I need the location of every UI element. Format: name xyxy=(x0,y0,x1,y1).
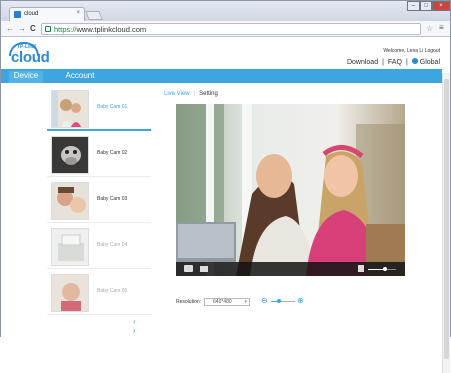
zoom-control: ⊖ ⊕ xyxy=(261,296,305,306)
camera-thumbnail xyxy=(51,182,89,220)
title-bar: cloud × – □ × xyxy=(1,1,450,21)
tab-close-icon[interactable]: × xyxy=(76,10,80,16)
reload-icon[interactable]: C xyxy=(30,24,36,33)
close-window-button[interactable]: × xyxy=(432,1,450,11)
page-scrollbar[interactable] xyxy=(442,73,450,373)
address-bar[interactable]: https://www.tplinkcloud.com xyxy=(41,23,421,35)
favicon-icon xyxy=(14,11,21,18)
camera-thumbnail xyxy=(51,228,89,266)
url-text: https://www.tplinkcloud.com xyxy=(54,25,147,34)
zoom-out-icon[interactable]: ⊖ xyxy=(261,296,268,305)
globe-icon xyxy=(411,58,418,64)
zoom-slider[interactable] xyxy=(271,299,295,303)
tplink-cloud-logo[interactable]: TP-LINK cloud xyxy=(9,42,55,66)
camera-thumbnail xyxy=(51,136,89,174)
tab-setting[interactable]: Setting xyxy=(199,91,218,97)
scrollbar-thumb[interactable] xyxy=(444,79,449,359)
record-video-icon[interactable] xyxy=(200,266,208,272)
link-divider: | xyxy=(382,58,384,66)
tab-title: cloud xyxy=(24,11,39,17)
welcome-text: Welcome, Lena Li Logout xyxy=(383,48,440,54)
camera-item-05[interactable]: Baby Cam 05 xyxy=(47,271,151,315)
camera-item-03[interactable]: Baby Cam 03 xyxy=(47,179,151,223)
camera-name: Baby Cam 01 xyxy=(97,104,128,110)
view-tabs: Live View | Setting xyxy=(164,91,218,97)
camera-pager[interactable]: ‹ › xyxy=(133,317,151,335)
minimize-button[interactable]: – xyxy=(407,1,420,11)
resolution-select[interactable]: 640*480 ▾ xyxy=(204,298,251,306)
new-tab-button[interactable] xyxy=(85,11,103,20)
live-video[interactable] xyxy=(176,104,405,276)
browser-tab[interactable]: cloud × xyxy=(9,7,85,21)
camera-thumbnail xyxy=(51,274,89,312)
camera-name: Baby Cam 03 xyxy=(97,196,128,202)
download-link[interactable]: Download xyxy=(347,59,378,66)
bookmark-star-icon[interactable]: ☆ xyxy=(426,24,433,33)
camera-name: Baby Cam 02 xyxy=(97,150,128,156)
browser-toolbar: ← → C https://www.tplinkcloud.com ☆ ≡ xyxy=(1,21,450,37)
video-controls xyxy=(176,262,405,276)
zoom-in-icon[interactable]: ⊕ xyxy=(297,296,304,305)
camera-name: Baby Cam 04 xyxy=(97,242,128,248)
chevron-down-icon: ▾ xyxy=(244,299,248,305)
browser-menu-icon[interactable]: ≡ xyxy=(439,23,444,32)
resolution-label: Resolution: xyxy=(176,299,202,305)
camera-name: Baby Cam 05 xyxy=(97,288,128,294)
forward-icon[interactable]: → xyxy=(18,24,26,33)
snapshot-camera-icon[interactable] xyxy=(184,265,193,272)
camera-item-01[interactable]: Baby Cam 01 xyxy=(47,87,151,131)
lock-icon xyxy=(45,26,51,32)
main-nav: Device Account xyxy=(1,69,442,83)
volume-slider[interactable] xyxy=(368,267,396,271)
camera-list: Baby Cam 01 Baby Cam 02 Baby Cam 03 Baby… xyxy=(47,87,151,335)
faq-link[interactable]: FAQ xyxy=(388,59,402,66)
page-content: TP-LINK cloud Welcome, Lena Li Logout Do… xyxy=(1,37,450,373)
link-divider: | xyxy=(405,58,408,66)
tab-divider: | xyxy=(193,91,196,97)
resolution-control: Resolution: 640*480 ▾ xyxy=(176,298,251,306)
top-links: Download | FAQ | Global xyxy=(347,58,440,66)
logo-product: cloud xyxy=(11,49,50,66)
zoom-knob[interactable] xyxy=(277,299,282,303)
camera-item-04[interactable]: Baby Cam 04 xyxy=(47,225,151,269)
volume-knob[interactable] xyxy=(382,267,387,271)
global-link[interactable]: Global xyxy=(411,58,440,66)
nav-device[interactable]: Device xyxy=(9,71,43,83)
volume-icon[interactable] xyxy=(358,265,364,272)
camera-item-02[interactable]: Baby Cam 02 xyxy=(47,133,151,177)
camera-thumbnail xyxy=(51,90,89,128)
tab-live-view[interactable]: Live View xyxy=(164,91,190,97)
browser-window: cloud × – □ × ← → C https://www.tplinkcl… xyxy=(0,0,451,373)
video-frame xyxy=(176,104,405,276)
nav-account[interactable]: Account xyxy=(63,71,97,83)
back-icon[interactable]: ← xyxy=(6,24,14,33)
maximize-button[interactable]: □ xyxy=(420,1,432,11)
